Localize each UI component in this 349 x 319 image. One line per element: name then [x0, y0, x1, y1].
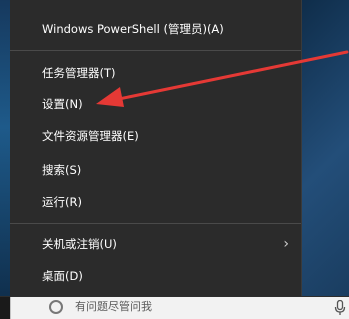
desktop-background-left: [0, 0, 10, 318]
taskbar-search-box[interactable]: 有问题尽管问我: [10, 297, 349, 319]
chevron-right-icon: ›: [283, 236, 289, 252]
taskbar: 有问题尽管问我: [0, 296, 349, 319]
menu-item-label: Windows PowerShell (管理员)(A): [42, 22, 224, 36]
menu-separator: [10, 50, 301, 51]
start-button-area[interactable]: [0, 297, 10, 319]
menu-item-file-explorer[interactable]: 文件资源管理器(E): [10, 121, 301, 151]
menu-item-label: 运行(R): [42, 195, 82, 209]
menu-item-shutdown-signout[interactable]: 关机或注销(U) ›: [10, 229, 301, 259]
microphone-icon[interactable]: [334, 300, 346, 316]
desktop-background-right: [302, 0, 349, 296]
menu-item-powershell-admin[interactable]: Windows PowerShell (管理员)(A): [10, 14, 301, 44]
menu-item-label: 文件资源管理器(E): [42, 129, 139, 143]
search-placeholder: 有问题尽管问我: [75, 300, 152, 313]
menu-item-label: 关机或注销(U): [42, 237, 117, 251]
menu-item-settings[interactable]: 设置(N): [10, 89, 301, 119]
menu-item-run[interactable]: 运行(R): [10, 187, 301, 217]
menu-item-desktop[interactable]: 桌面(D): [10, 261, 301, 291]
winx-context-menu: Windows PowerShell (管理员)(A) 任务管理器(T) 设置(…: [10, 0, 302, 296]
menu-item-task-manager[interactable]: 任务管理器(T): [10, 58, 301, 88]
menu-separator: [10, 223, 301, 224]
menu-item-search[interactable]: 搜索(S): [10, 155, 301, 185]
menu-item-label: 设置(N): [42, 97, 83, 111]
menu-item-label: 桌面(D): [42, 269, 83, 283]
menu-item-label: 搜索(S): [42, 163, 82, 177]
menu-item-label: 任务管理器(T): [42, 66, 116, 80]
search-icon: [49, 300, 63, 314]
